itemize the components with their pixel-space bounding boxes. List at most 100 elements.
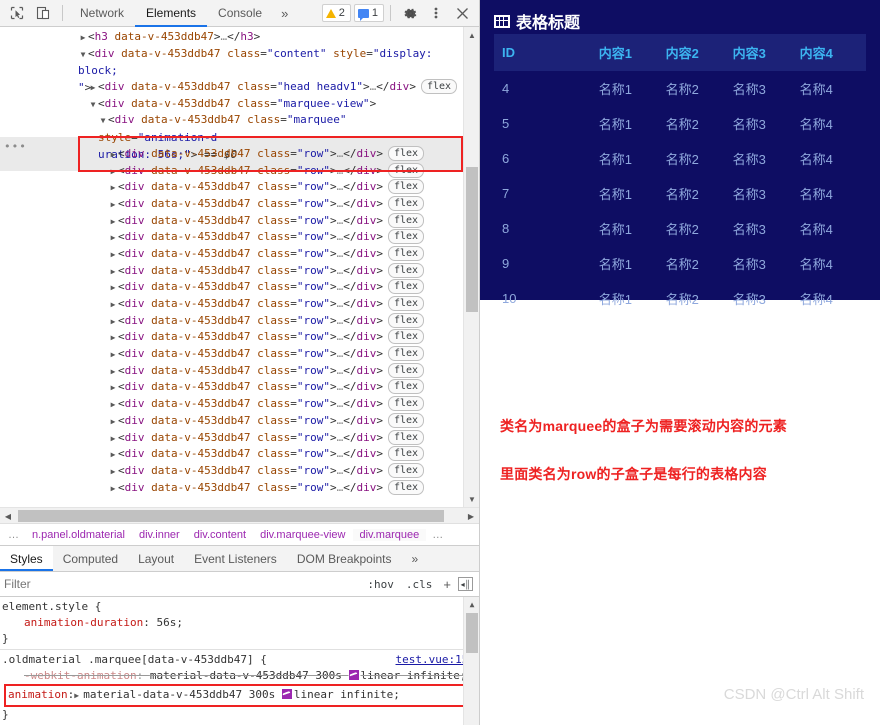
easing-curve-swatch-icon-2[interactable]	[281, 689, 292, 699]
expand-triangle-icon[interactable]: ▶	[108, 414, 118, 431]
kebab-menu-icon[interactable]	[423, 2, 449, 25]
sidebar-more-tabs-button[interactable]: »	[402, 546, 429, 571]
breadcrumb[interactable]: … n.panel.oldmaterial div.inner div.cont…	[0, 523, 479, 546]
expand-triangle-icon[interactable]: ▶	[88, 80, 98, 97]
tab-layout[interactable]: Layout	[128, 546, 184, 571]
gear-icon[interactable]	[397, 2, 423, 25]
scroll-up-arrow[interactable]: ▲	[464, 27, 479, 43]
easing-curve-swatch-icon[interactable]	[348, 670, 359, 680]
expand-triangle-icon[interactable]: ▶	[108, 247, 118, 264]
dom-node-line-row[interactable]: ▶ <div data-v-453ddb47 class="row">…</div…	[0, 145, 462, 164]
dom-node-line-row[interactable]: ▶ <div data-v-453ddb47 class="row">…</div…	[0, 479, 462, 498]
expand-triangle-icon[interactable]: ▶	[108, 147, 118, 164]
expand-triangle-icon[interactable]: ▶	[108, 380, 118, 397]
device-toolbar-icon[interactable]	[30, 2, 56, 25]
breadcrumb-item-inner[interactable]: div.inner	[132, 529, 187, 541]
dom-node-line-row[interactable]: ▶ <div data-v-453ddb47 class="row">…</div…	[0, 329, 462, 346]
expand-triangle-icon[interactable]: ▶	[108, 447, 118, 464]
expand-triangle-icon[interactable]: ▶	[108, 264, 118, 281]
dom-hscroll-thumb[interactable]	[18, 510, 444, 522]
dom-node-line-row[interactable]: ▶ <div data-v-453ddb47 class="row">…</div…	[0, 446, 462, 463]
dom-tree[interactable]: ▶ <h3 data-v-453ddb47>…</h3> ▼ <div data-v-…	[0, 27, 462, 496]
tab-event-listeners[interactable]: Event Listeners	[184, 546, 287, 571]
declaration-webkit-animation[interactable]: -webkit-animation: material-data-v-453dd…	[2, 668, 479, 684]
breadcrumb-item-marquee-view[interactable]: div.marquee-view	[253, 529, 352, 541]
expand-triangle-icon[interactable]: ▶	[108, 314, 118, 331]
dom-node-line-row[interactable]: ▶ <div data-v-453ddb47 class="row">…</div…	[0, 162, 462, 181]
scroll-left-arrow[interactable]: ◀	[0, 508, 16, 524]
property-name-animation[interactable]: animation	[8, 688, 68, 701]
dom-node-line-row[interactable]: ▶ <div data-v-453ddb47 class="row">…</div…	[0, 229, 462, 246]
expand-triangle-icon[interactable]: ▼	[98, 113, 108, 130]
breadcrumb-item-marquee[interactable]: div.marquee	[352, 528, 427, 541]
styles-pane[interactable]: element.style { animation-duration: 56s;…	[0, 597, 479, 725]
styles-scroll-thumb[interactable]	[466, 613, 478, 653]
dom-node-line-row[interactable]: ▶ <div data-v-453ddb47 class="row">…</div…	[0, 262, 462, 281]
dom-node-line-row[interactable]: ▶ <div data-v-453ddb47 class="row">…</div…	[0, 362, 462, 381]
dom-tree-container[interactable]: ••• ▶ <h3 data-v-453ddb47>…</h3> ▼ <div dat…	[0, 27, 479, 507]
dom-horizontal-scrollbar[interactable]: ◀ ▶	[0, 507, 479, 523]
scroll-right-arrow[interactable]: ▶	[463, 508, 479, 524]
expand-triangle-icon[interactable]: ▶	[108, 481, 118, 498]
breadcrumb-trailing-ellipsis[interactable]: …	[426, 529, 449, 541]
breadcrumb-item-oldmaterial[interactable]: n.panel.oldmaterial	[25, 529, 132, 541]
breadcrumb-leading-ellipsis[interactable]: …	[2, 529, 25, 541]
dom-node-line[interactable]: ▼ <div data-v-453ddb47 class="marquee-vie…	[0, 96, 462, 113]
property-value-webkit-animation[interactable]: material-data-v-453ddb47 300s	[150, 669, 342, 682]
expand-triangle-icon[interactable]: ▶	[108, 364, 118, 381]
tab-network[interactable]: Network	[69, 0, 135, 27]
tab-dom-breakpoints[interactable]: DOM Breakpoints	[287, 546, 402, 571]
property-value-webkit-animation-2[interactable]: linear infinite;	[361, 669, 467, 682]
property-name[interactable]: animation-duration	[24, 616, 143, 629]
dom-node-line-row[interactable]: ▶ <div data-v-453ddb47 class="row">…</div…	[0, 195, 462, 214]
toggle-sidebar-icon[interactable]: ◂║	[458, 577, 473, 591]
dom-node-line[interactable]: ▼ <div data-v-453ddb47 class="content" st…	[0, 46, 462, 94]
tab-styles[interactable]: Styles	[0, 546, 53, 571]
dom-node-line[interactable]: ▼ <div data-v-453ddb47 class="marquee" st…	[0, 112, 462, 160]
dom-node-line-row[interactable]: ▶ <div data-v-453ddb47 class="row">…</div…	[0, 429, 462, 447]
expand-triangle-icon[interactable]: ▶	[108, 397, 118, 414]
dom-node-line-row[interactable]: ▶ <div data-v-453ddb47 class="row">…</div…	[0, 245, 462, 264]
property-name-webkit-animation[interactable]: -webkit-animation	[24, 669, 137, 682]
inspect-element-icon[interactable]	[4, 2, 30, 25]
hov-button[interactable]: :hov	[361, 578, 400, 591]
expand-triangle-icon[interactable]: ▶	[108, 297, 118, 314]
expand-triangle-icon[interactable]: ▶	[108, 280, 118, 297]
tab-computed[interactable]: Computed	[53, 546, 128, 571]
expand-triangle-icon[interactable]: ▶	[108, 464, 118, 481]
expand-arrow-icon[interactable]: ▶	[74, 688, 83, 704]
dom-node-line[interactable]: ▶ <div data-v-453ddb47 class="head headv1…	[0, 79, 462, 96]
close-icon[interactable]	[449, 2, 475, 25]
expand-triangle-icon[interactable]: ▶	[108, 330, 118, 347]
dom-vertical-scrollbar[interactable]: ▲ ▼	[463, 27, 479, 507]
property-value-animation[interactable]: material-data-v-453ddb47 300s	[83, 688, 275, 701]
new-style-rule-plus-icon[interactable]: +	[438, 577, 456, 592]
highlighted-declaration-animation[interactable]: animation:▶ material-data-v-453ddb47 300s…	[4, 684, 473, 707]
styles-vertical-scrollbar[interactable]: ▲	[463, 597, 479, 725]
breadcrumb-item-content[interactable]: div.content	[187, 529, 253, 541]
message-badge[interactable]: 1	[353, 4, 384, 22]
dom-node-line-row[interactable]: ▶ <div data-v-453ddb47 class="row">…</div…	[0, 296, 462, 313]
expand-triangle-icon[interactable]: ▶	[108, 164, 118, 181]
tab-console[interactable]: Console	[207, 0, 273, 27]
dom-node-line-row[interactable]: ▶ <div data-v-453ddb47 class="row">…</div…	[0, 346, 462, 363]
dom-node-line-row[interactable]: ▶ <div data-v-453ddb47 class="row">…</div…	[0, 379, 462, 396]
dom-node-line-row[interactable]: ▶ <div data-v-453ddb47 class="row">…</div…	[0, 279, 462, 296]
cls-button[interactable]: .cls	[400, 578, 439, 591]
expand-triangle-icon[interactable]: ▼	[78, 47, 88, 64]
expand-triangle-icon[interactable]: ▶	[108, 197, 118, 214]
dom-scroll-thumb[interactable]	[466, 167, 478, 312]
scroll-down-arrow[interactable]: ▼	[464, 491, 479, 507]
expand-triangle-icon[interactable]: ▶	[78, 30, 88, 47]
expand-triangle-icon[interactable]: ▶	[108, 230, 118, 247]
declaration-animation-duration[interactable]: animation-duration: 56s;	[2, 615, 479, 631]
expand-triangle-icon[interactable]: ▼	[88, 97, 98, 114]
expand-triangle-icon[interactable]: ▶	[108, 180, 118, 197]
dom-node-line-row[interactable]: ▶ <div data-v-453ddb47 class="row">…</div…	[0, 412, 462, 431]
dom-node-line-row[interactable]: ▶ <div data-v-453ddb47 class="row">…</div…	[0, 312, 462, 331]
expand-triangle-icon[interactable]: ▶	[108, 214, 118, 231]
expand-triangle-icon[interactable]: ▶	[108, 347, 118, 364]
dom-node-line-row[interactable]: ▶ <div data-v-453ddb47 class="row">…</div…	[0, 462, 462, 481]
dom-node-line-row[interactable]: ▶ <div data-v-453ddb47 class="row">…</div…	[0, 212, 462, 231]
tab-elements[interactable]: Elements	[135, 0, 207, 27]
